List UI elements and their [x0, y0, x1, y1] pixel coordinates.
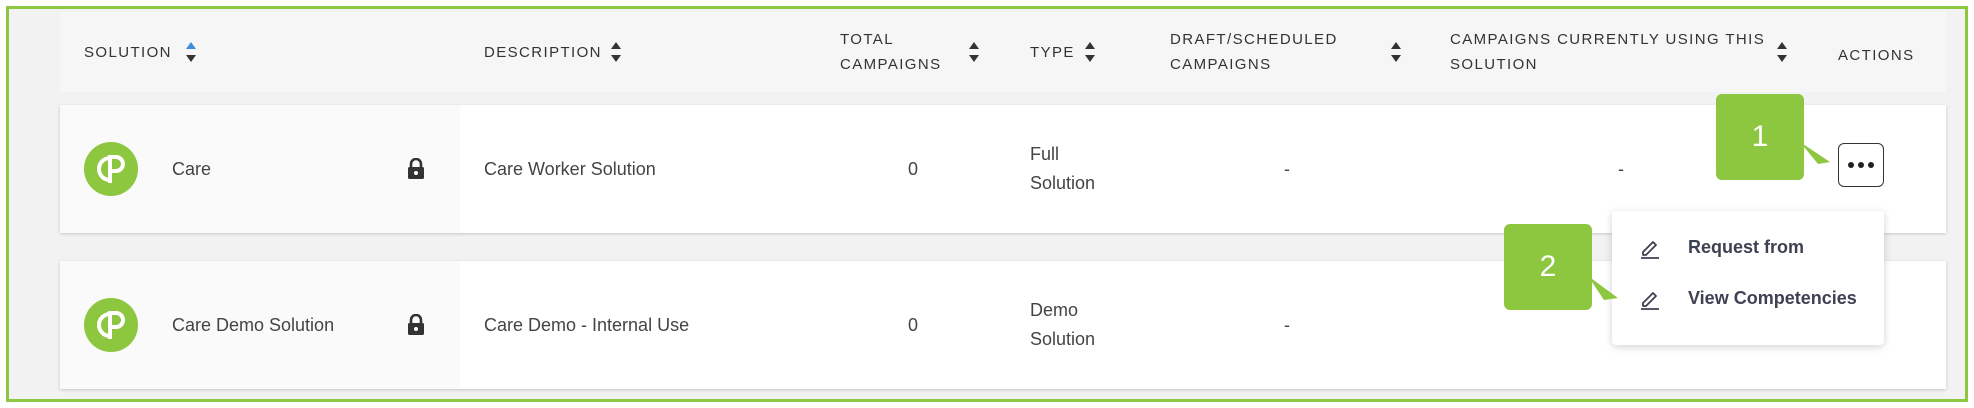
table-header: SOLUTION DESCRIPTION TOTAL CAMPAIGNS TYP…: [60, 12, 1946, 92]
header-description[interactable]: DESCRIPTION: [484, 12, 602, 92]
solution-description: Care Worker Solution: [484, 159, 656, 179]
callout-badge: 2: [1504, 224, 1592, 310]
header-total-campaigns[interactable]: TOTAL CAMPAIGNS: [840, 12, 942, 92]
sort-arrows-icon[interactable]: [185, 41, 197, 63]
menu-item-request-from[interactable]: Request from: [1638, 232, 1804, 262]
lock-icon: [406, 157, 426, 180]
header-type[interactable]: TYPE: [1030, 12, 1075, 92]
actions-dropdown-menu: Request from View Competencies: [1612, 211, 1884, 345]
sort-arrows-icon[interactable]: [1084, 41, 1096, 63]
callout-badge: 1: [1716, 94, 1804, 180]
sort-arrows-icon[interactable]: [968, 41, 980, 63]
header-campaigns-currently-using[interactable]: CAMPAIGNS CURRENTLY USING THIS SOLUTION: [1450, 12, 1765, 92]
ellipsis-icon: [1848, 162, 1854, 168]
sort-arrows-icon[interactable]: [1776, 41, 1788, 63]
solution-type: Demo Solution: [1030, 300, 1096, 349]
pencil-icon: [1638, 286, 1662, 310]
solution-description: Care Demo - Internal Use: [484, 315, 690, 335]
sort-arrows-icon[interactable]: [1390, 41, 1402, 63]
menu-item-view-competencies[interactable]: View Competencies: [1638, 283, 1857, 313]
pencil-icon: [1638, 235, 1662, 259]
total-campaigns-value: 0: [908, 159, 919, 179]
lock-icon: [406, 313, 426, 336]
callout-arrow: [1800, 142, 1830, 164]
header-actions: ACTIONS: [1838, 46, 1915, 64]
more-actions-button[interactable]: [1838, 143, 1884, 187]
solution-name[interactable]: Care Demo Solution: [172, 311, 334, 340]
cp-logo-icon: [84, 142, 138, 196]
solution-type: Full Solution: [1030, 144, 1096, 193]
header-draft-scheduled[interactable]: DRAFT/SCHEDULED CAMPAIGNS: [1170, 12, 1338, 92]
cp-logo-icon: [84, 298, 138, 352]
header-solution[interactable]: SOLUTION: [84, 12, 172, 92]
draft-campaigns-value: -: [1284, 315, 1290, 335]
solution-name[interactable]: Care: [172, 155, 211, 184]
callout-arrow: [1588, 276, 1618, 300]
draft-campaigns-value: -: [1284, 159, 1290, 179]
currently-using-value: -: [1618, 159, 1624, 179]
sort-arrows-icon[interactable]: [610, 41, 622, 63]
total-campaigns-value: 0: [908, 315, 919, 335]
